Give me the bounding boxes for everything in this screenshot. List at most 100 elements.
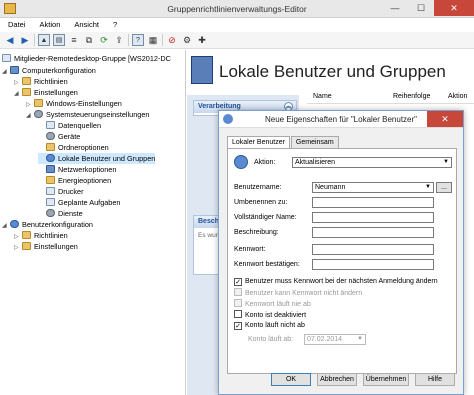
user-config-icon <box>10 220 19 228</box>
kennwort2-label: Kennwort bestätigen: <box>234 261 300 268</box>
checkbox-disabled[interactable]: Konto ist deaktiviert <box>234 310 306 320</box>
folder-icon <box>46 143 55 151</box>
collapse-icon[interactable]: ◢ <box>26 111 34 122</box>
gear-icon[interactable]: ⚙ <box>181 34 193 46</box>
col-name[interactable]: Name <box>307 90 387 103</box>
close-button[interactable]: ✕ <box>434 0 474 16</box>
collapse-icon[interactable]: ◢ <box>14 89 22 100</box>
collapse-icon[interactable]: ◢ <box>2 67 10 78</box>
aktion-select[interactable]: Aktualisieren ▼ <box>292 157 452 168</box>
tree-item-einstellungen[interactable]: ◢ Einstellungen <box>14 87 78 98</box>
properties-icon[interactable]: ▦ <box>147 34 159 46</box>
stop-icon[interactable]: ⊘ <box>166 34 178 46</box>
chevron-down-icon: ▼ <box>425 184 431 190</box>
dialog-title-bar: Neue Eigenschaften für "Lokaler Benutzer… <box>219 111 463 128</box>
collapse-icon[interactable]: ◢ <box>2 221 10 232</box>
tree-item-netzwerk[interactable]: Netzwerkoptionen <box>38 164 116 175</box>
umbenennen-label: Umbenennen zu: <box>234 199 288 206</box>
page-title: Lokale Benutzer und Gruppen <box>219 62 446 81</box>
tree-item-geraete[interactable]: Geräte <box>38 131 80 142</box>
tree-item-energie[interactable]: Energieoptionen <box>38 175 111 186</box>
menu-bar: Datei Aktion Ansicht ? <box>0 18 474 32</box>
col-order[interactable]: Reihenfolge <box>387 90 442 103</box>
chevron-down-icon: ▼ <box>443 159 449 165</box>
copy-icon[interactable]: ⧉ <box>83 34 95 46</box>
menu-ansicht[interactable]: Ansicht <box>74 18 99 32</box>
folder-icon <box>22 242 31 250</box>
title-bar: Gruppenrichtlinienverwaltungs-Editor — ☐… <box>0 0 474 18</box>
list-icon[interactable]: ≡ <box>68 34 80 46</box>
folder-icon <box>34 99 43 107</box>
tab-gemeinsam[interactable]: Gemeinsam <box>290 136 339 148</box>
separator <box>34 34 35 46</box>
ok-button[interactable]: OK <box>271 373 311 386</box>
check-icon: ✓ <box>234 278 242 286</box>
checkbox-no-expiry[interactable]: ✓ Konto läuft nicht ab <box>234 321 305 330</box>
dialog-title: Neue Eigenschaften für "Lokaler Benutzer… <box>265 115 417 124</box>
control-panel-icon <box>34 110 43 118</box>
tab-lokaler-benutzer[interactable]: Lokaler Benutzer <box>227 136 290 148</box>
folder-icon <box>22 231 31 239</box>
folder-icon <box>22 88 31 96</box>
password-confirm-field[interactable] <box>312 259 434 270</box>
cancel-button[interactable]: Abbrechen <box>317 373 357 386</box>
user-icon <box>234 155 248 169</box>
toolbar: ◀ ▶ ▲ ▤ ≡ ⧉ ⟳ ⇪ ? ▦ ⊘ ⚙ ✚ <box>0 32 474 49</box>
up-folder-icon[interactable]: ▲ <box>38 34 50 46</box>
kennwort-label: Kennwort: <box>234 246 266 253</box>
expires-label: Konto läuft ab: <box>248 336 294 343</box>
vollstaendig-label: Vollständiger Name: <box>234 214 297 221</box>
service-icon <box>46 209 55 217</box>
description-field[interactable] <box>312 227 434 238</box>
tree-item-benutzer[interactable]: ◢ Benutzerkonfiguration <box>2 219 93 230</box>
tree-item-richtlinien[interactable]: ▷ Richtlinien <box>14 76 68 87</box>
benutzername-field[interactable]: Neumann ▼ <box>312 182 434 193</box>
menu-aktion[interactable]: Aktion <box>40 18 61 32</box>
tree-item-system[interactable]: ◢ Systemsteuerungseinstellungen <box>26 109 149 120</box>
tree-item-b-einstellungen[interactable]: ▷ Einstellungen <box>14 241 78 252</box>
browse-button[interactable]: ... <box>436 182 452 193</box>
password-field[interactable] <box>312 244 434 255</box>
show-hide-tree-icon[interactable]: ▤ <box>53 34 65 46</box>
aktion-label: Aktion: <box>254 159 276 166</box>
help-button[interactable]: Hilfe <box>415 373 455 386</box>
tree-item-computer[interactable]: ◢ Computerkonfiguration <box>2 65 96 76</box>
checkbox-cannot-change[interactable]: Benutzer kann Kennwort nicht ändern <box>234 288 362 298</box>
umbenennen-field[interactable] <box>312 197 434 208</box>
column-headers: Name Reihenfolge Aktion <box>307 90 474 104</box>
tree-item-ordner[interactable]: Ordneroptionen <box>38 142 109 153</box>
network-icon <box>46 165 55 173</box>
minimize-button[interactable]: — <box>382 0 408 16</box>
menu-datei[interactable]: Datei <box>8 18 26 32</box>
tree-item-drucker[interactable]: Drucker <box>38 186 84 197</box>
benutzername-label: Benutzername: <box>234 184 282 191</box>
tree-item-b-richtlinien[interactable]: ▷ Richtlinien <box>14 230 68 241</box>
checkbox-must-change[interactable]: ✓ Benutzer muss Kennwort bei der nächsten… <box>234 277 438 286</box>
tree-item-dienste[interactable]: Dienste <box>38 208 83 219</box>
expires-date-field[interactable]: 07.02.2014 ▼ <box>304 334 366 345</box>
full-name-field[interactable] <box>312 212 434 223</box>
users-header-icon <box>191 56 213 84</box>
tree-item-datenquellen[interactable]: Datenquellen <box>38 120 101 131</box>
dialog-close-button[interactable]: ✕ <box>427 111 463 127</box>
refresh-icon[interactable]: ⟳ <box>98 34 110 46</box>
checkbox-never-expires[interactable]: Kennwort läuft nie ab <box>234 299 311 309</box>
maximize-button[interactable]: ☐ <box>408 0 434 16</box>
back-arrow-icon[interactable]: ◀ <box>4 34 16 46</box>
users-icon <box>46 154 55 162</box>
tree-item-windows[interactable]: ▷ Windows-Einstellungen <box>26 98 122 109</box>
check-icon: ✓ <box>234 322 242 330</box>
help-icon[interactable]: ? <box>132 34 144 46</box>
col-action[interactable]: Aktion <box>442 90 467 103</box>
add-icon[interactable]: ✚ <box>196 34 208 46</box>
tree-item-lokale-benutzer[interactable]: Lokale Benutzer und Gruppen <box>38 153 156 164</box>
expand-icon[interactable]: ▷ <box>14 243 22 254</box>
calendar-dropdown-icon: ▼ <box>357 336 363 342</box>
tree-item-aufgaben[interactable]: Geplante Aufgaben <box>38 197 120 208</box>
forward-arrow-icon[interactable]: ▶ <box>19 34 31 46</box>
tree-item-root[interactable]: Mitglieder-Remotedesktop-Gruppe [WS2012-… <box>2 53 171 64</box>
export-icon[interactable]: ⇪ <box>113 34 125 46</box>
processing-title: Verarbeitung <box>198 103 241 110</box>
menu-help[interactable]: ? <box>113 18 117 32</box>
apply-button[interactable]: Übernehmen <box>363 373 409 386</box>
